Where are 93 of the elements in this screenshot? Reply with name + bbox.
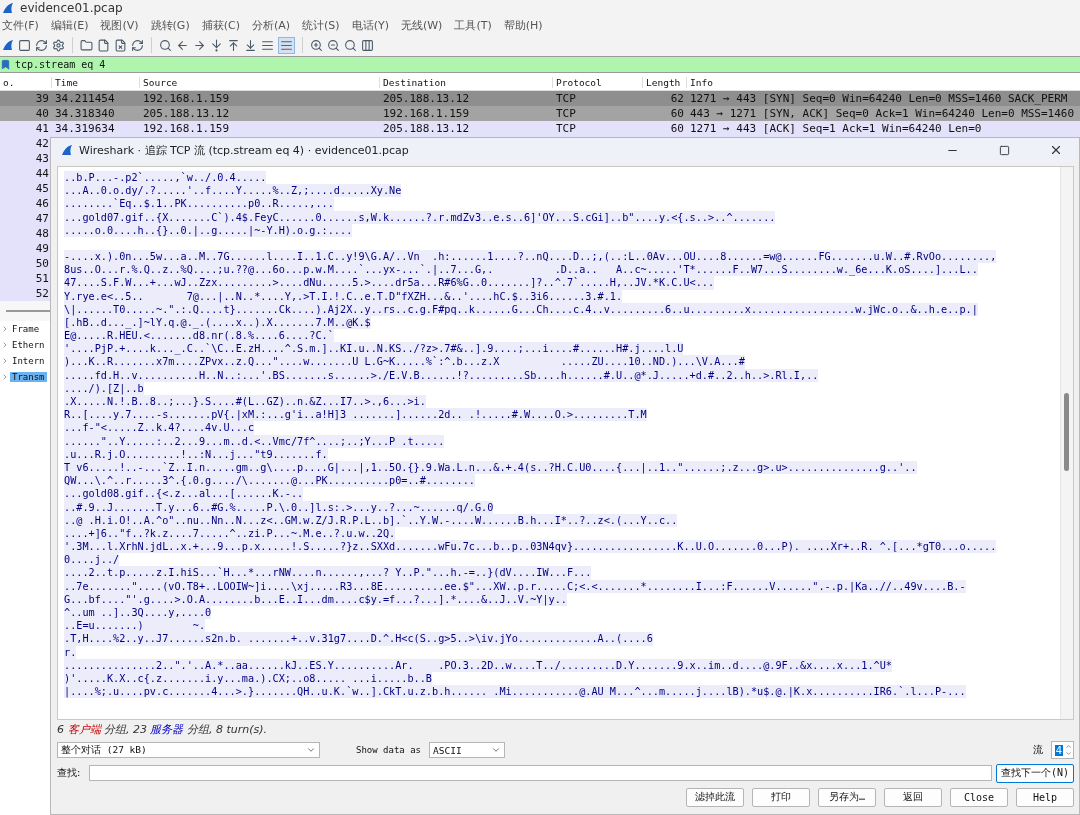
expand-icon[interactable] (1, 373, 9, 381)
table-cell-text: 192.168.1.159 (382, 107, 471, 120)
last-packet-icon[interactable] (244, 38, 257, 52)
table-cell-text: 34.319634 (54, 122, 116, 135)
menu-item[interactable]: 分析(A) (251, 17, 291, 33)
dialog-button[interactable]: Close (950, 787, 1008, 807)
reload-icon[interactable] (131, 38, 144, 52)
table-cell-text: TCP (555, 122, 577, 135)
column-header[interactable]: Info (687, 76, 1080, 88)
spin-down-icon[interactable] (1065, 750, 1072, 757)
find-next-button[interactable]: 查找下一个(N) (995, 763, 1074, 783)
search-icon[interactable] (159, 38, 172, 52)
menu-item[interactable]: 电话(Y) (351, 17, 389, 33)
column-header[interactable]: Time (52, 76, 140, 88)
zoom-out-icon[interactable] (327, 38, 340, 52)
arrow-right-icon[interactable] (193, 38, 206, 52)
table-cell-text: 192.168.1.159 (142, 122, 231, 135)
expand-icon[interactable] (1, 341, 9, 349)
table-cell-text: 205.188.13.12 (142, 107, 231, 120)
packet-row[interactable]: 39 34.211454 192.168.1.159 205.188.13.12 TCP 62 1271 → 443 [SYN] Seq=0 Win=64240 Len=0 MSS=1460 SACK_PERM (0, 91, 1080, 106)
menu-item[interactable]: 帮助(H) (503, 17, 543, 33)
column-header[interactable]: Protocol (553, 76, 643, 88)
dialog-button[interactable]: 打印 (752, 787, 810, 807)
dialog-button[interactable]: 返回 (884, 787, 942, 807)
menu-item[interactable]: 视图(V) (100, 17, 139, 33)
expand-icon[interactable] (1, 357, 9, 365)
restart-icon[interactable] (35, 38, 48, 52)
zoom-reset-icon[interactable] (344, 38, 357, 52)
expand-icon[interactable] (1, 325, 9, 333)
show-data-label: Show data as (356, 745, 422, 755)
tree-item[interactable]: Transm (10, 372, 47, 382)
close-icon[interactable] (1049, 143, 1063, 157)
menu-item[interactable]: 跳转(G) (150, 17, 190, 33)
table-cell-text: 192.168.1.159 (142, 92, 231, 105)
column-header[interactable]: o. (0, 76, 52, 88)
find-field[interactable] (89, 765, 992, 781)
status-text: 6 客户端 分组, 23 服务器 分组, 8 turn(s). (57, 723, 269, 737)
scrollbar[interactable] (1060, 167, 1073, 719)
app-logo-icon (2, 2, 14, 14)
packet-row[interactable]: 40 34.318340 205.188.13.12 192.168.1.159 TCP 60 443 → 1271 [SYN, ACK] Seq=0 Ack=1 Win=64240 Len=0 MSS=1460 (0, 106, 1080, 121)
dialog-button[interactable]: 另存为… (818, 787, 876, 807)
conversation-select[interactable]: 整个对话 (27 kB) (57, 742, 320, 758)
bookmark-icon[interactable] (0, 59, 11, 70)
app-logo-icon (61, 144, 73, 156)
column-header[interactable]: Length (643, 76, 687, 88)
menu-item[interactable]: 统计(S) (302, 17, 340, 33)
maximize-icon[interactable] (998, 144, 1010, 156)
arrow-left-icon[interactable] (176, 38, 189, 52)
spin-up-icon[interactable] (1065, 743, 1072, 750)
filter-field[interactable]: tcp.stream eq 4 (0, 56, 1080, 73)
file-icon[interactable] (97, 38, 110, 52)
table-cell-text: 62 (669, 92, 685, 105)
data-format-select[interactable]: ASCII (429, 742, 506, 758)
stream-spinbox[interactable]: 4 (1050, 741, 1074, 759)
table-cell-text: 205.188.13.12 (382, 122, 471, 135)
settings-icon[interactable] (52, 38, 65, 52)
column-header[interactable]: Source (140, 76, 380, 88)
packet-row[interactable]: 41 34.319634 192.168.1.159 205.188.13.12 TCP 60 1271 → 443 [ACK] Seq=1 Ack=1 Win=64240 Len=0 (0, 121, 1080, 136)
find-label: 查找: (57, 766, 82, 780)
table-cell-text: 60 (669, 122, 685, 135)
menu-item[interactable]: 捕获(C) (201, 17, 240, 33)
first-packet-icon[interactable] (227, 38, 240, 52)
dialog-button[interactable]: Help (1016, 787, 1074, 807)
table-cell-text: 1271 → 443 [ACK] Seq=1 Ack=1 Win=64240 Len=0 (689, 122, 983, 135)
autoscroll-icon[interactable] (261, 38, 274, 52)
dialog-title: Wireshark · 追踪 TCP 流 (tcp.stream eq 4) · evidence01.pcap (79, 142, 410, 158)
window-title: evidence01.pcap (20, 1, 123, 15)
folder-icon[interactable] (80, 38, 93, 52)
menu-item[interactable]: 文件(F) (2, 17, 39, 33)
tree-item[interactable]: Ethern (10, 340, 47, 350)
menu-item[interactable]: 编辑(E) (50, 17, 89, 33)
dialog-button[interactable]: 滤掉此流 (686, 787, 744, 807)
tree-item[interactable]: Frame (10, 324, 42, 334)
menu-item[interactable]: 工具(T) (454, 17, 492, 33)
table-cell-text: 34.318340 (54, 107, 116, 120)
zoom-in-icon[interactable] (310, 38, 323, 52)
table-cell-text: 443 → 1271 [SYN, ACK] Seq=0 Ack=1 Win=64240 Len=0 MSS=1460 (689, 107, 1076, 120)
table-cell-text: TCP (555, 107, 577, 120)
stream-label: 流 (1032, 743, 1043, 757)
jump-icon[interactable] (210, 38, 223, 52)
colorize-icon[interactable] (278, 36, 295, 54)
table-cell-text: 60 (669, 107, 685, 120)
resize-columns-icon[interactable] (361, 38, 374, 52)
table-cell-text: 1271 → 443 [SYN] Seq=0 Win=64240 Len=0 MSS=1460 SACK_PERM (689, 92, 1069, 105)
table-cell-text: 34.211454 (54, 92, 116, 105)
fin-icon[interactable] (2, 39, 14, 51)
table-cell-text: TCP (555, 92, 577, 105)
column-header[interactable]: Destination (380, 76, 553, 88)
stop-icon[interactable] (18, 38, 31, 52)
table-cell-text: 205.188.13.12 (382, 92, 471, 105)
close-file-icon[interactable] (114, 38, 127, 52)
menu-item[interactable]: 无线(W) (400, 17, 443, 33)
tree-item[interactable]: Intern (10, 356, 47, 366)
